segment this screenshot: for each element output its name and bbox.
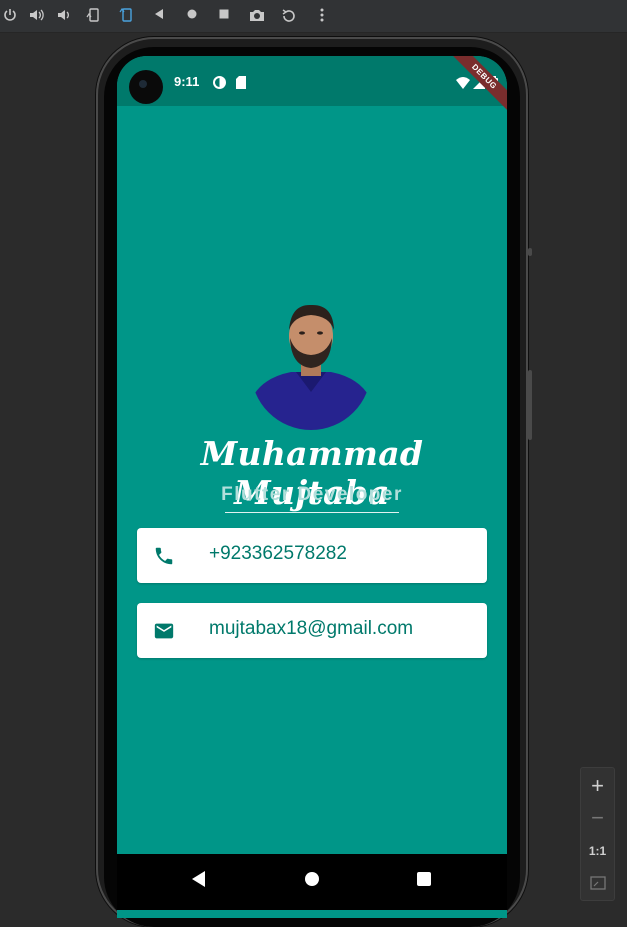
zoom-controls: + − 1:1 [580,767,615,901]
divider [225,512,399,513]
profile-title: Flutter Developer [221,484,403,505]
status-time: 9:11 [174,74,200,89]
data-saver-icon [213,74,226,93]
zoom-out-button[interactable]: − [581,802,614,834]
avatar [251,300,371,430]
email-address: mujtabax18@gmail.com [209,618,414,639]
sd-card-icon [236,74,246,93]
more-icon[interactable] [312,6,332,26]
front-camera [129,70,163,104]
volume-down-icon[interactable] [54,6,74,26]
emulator-toolbar [0,0,627,33]
nav-home-icon[interactable] [305,872,319,886]
volume-up-icon[interactable] [27,6,47,26]
side-button [528,248,532,256]
fit-screen-icon[interactable] [581,867,614,899]
nav-bar [117,854,507,910]
zoom-in-button[interactable]: + [581,770,614,802]
power-icon[interactable] [0,6,20,26]
volume-rocker [528,370,532,440]
rotate-right-icon[interactable] [117,6,137,26]
phone-card[interactable]: +923362578282 [137,528,487,583]
nav-back-icon[interactable] [192,871,205,887]
status-bar: 9:11 DEBUG [117,56,507,114]
zoom-one-to-one-button[interactable]: 1:1 [581,835,614,867]
rotate-left-icon[interactable] [84,6,104,26]
camera-icon[interactable] [247,6,267,26]
overview-icon[interactable] [214,6,234,26]
phone-icon [153,545,175,567]
wifi-icon [456,74,470,93]
replay-icon[interactable] [279,6,299,26]
app-screen: 9:11 DEBUG Muhammad Mujtaba Flutter Deve… [117,56,507,918]
phone-number: +923362578282 [209,543,347,564]
home-icon[interactable] [182,6,202,26]
email-card[interactable]: mujtabax18@gmail.com [137,603,487,658]
mail-icon [153,620,175,642]
back-icon[interactable] [149,6,169,26]
nav-recents-icon[interactable] [417,872,431,886]
